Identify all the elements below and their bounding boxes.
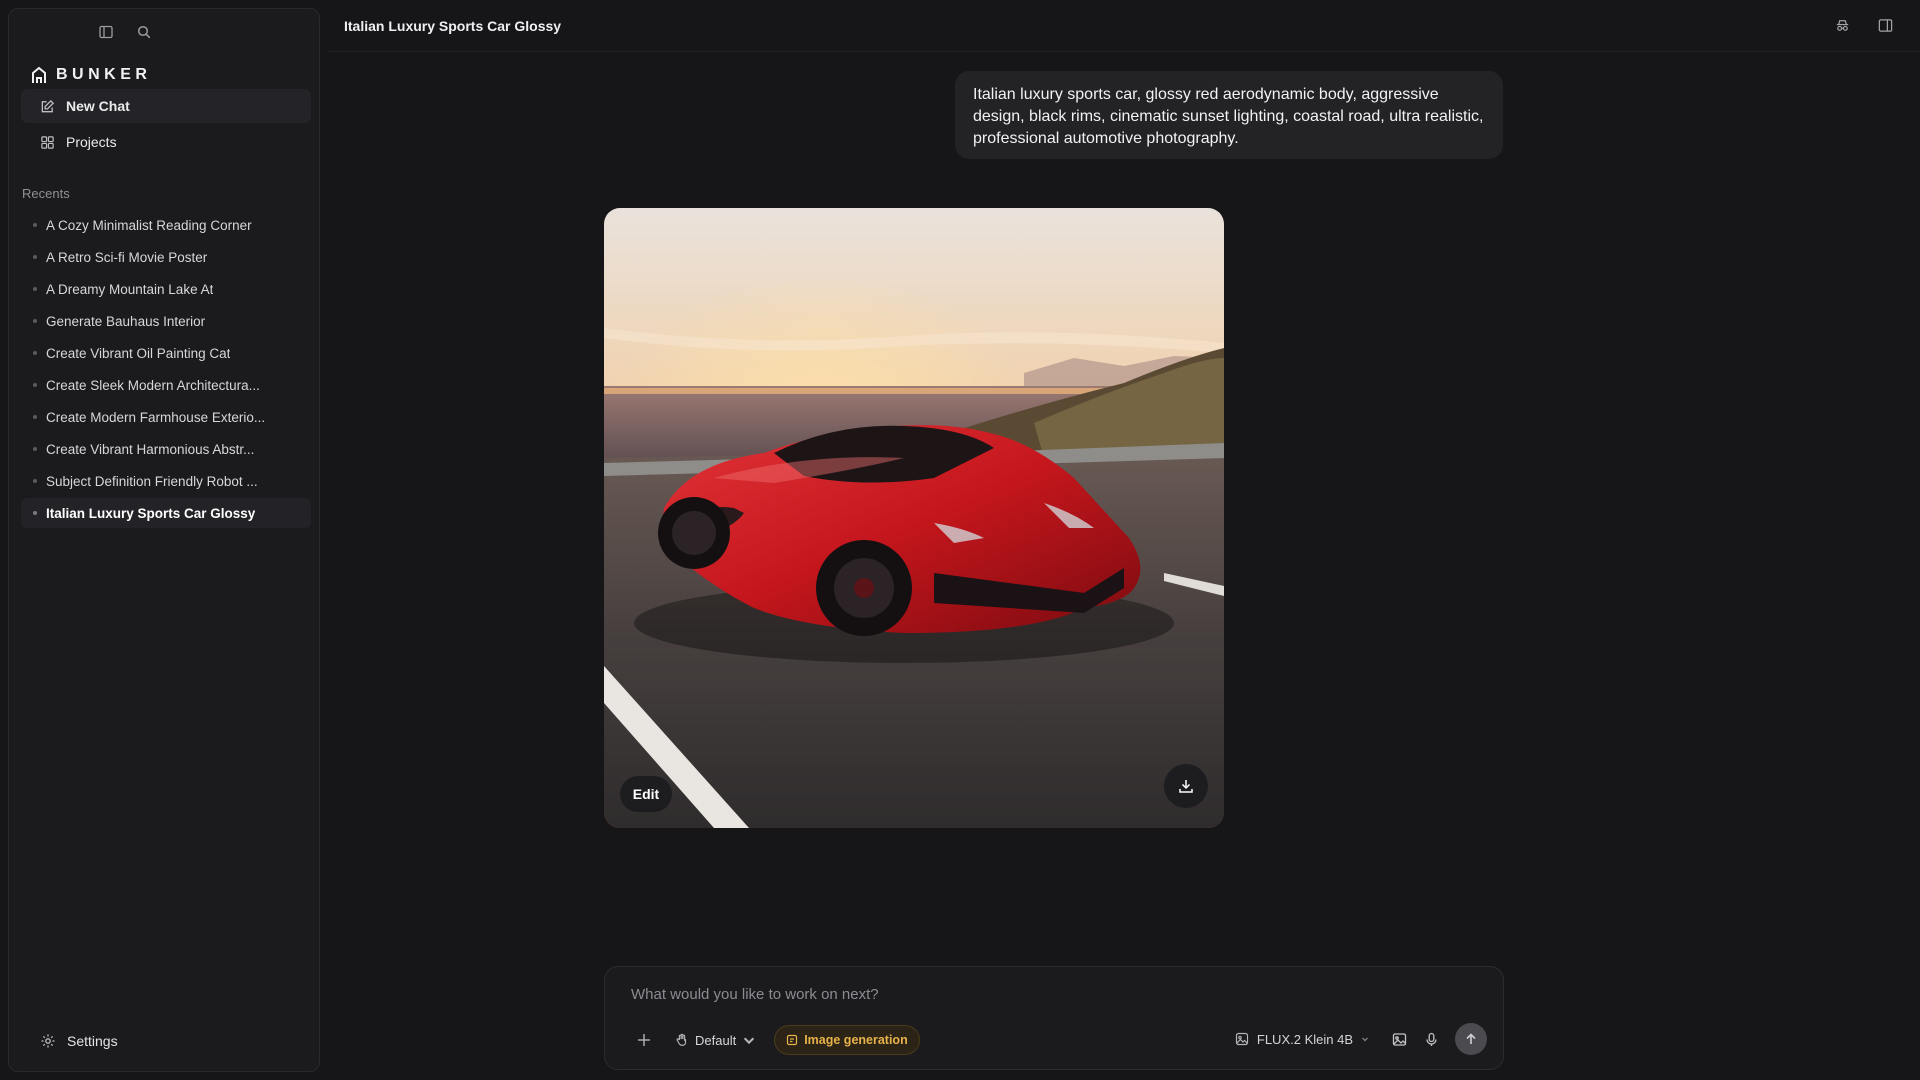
recent-chat-item[interactable]: Generate Bauhaus Interior <box>21 306 311 336</box>
add-attachment-button[interactable] <box>635 1031 653 1049</box>
image-generation-toggle[interactable]: Image generation <box>774 1025 920 1055</box>
recent-chat-label: Italian Luxury Sports Car Glossy <box>46 505 256 521</box>
recent-chat-item-active[interactable]: Italian Luxury Sports Car Glossy <box>21 498 311 528</box>
bullet-dot <box>33 447 37 451</box>
new-chat-label: New Chat <box>66 98 130 114</box>
recent-chat-label: A Dreamy Mountain Lake At <box>46 281 214 297</box>
mode-selector[interactable]: Default <box>675 1033 756 1048</box>
voice-input-button[interactable] <box>1423 1031 1439 1047</box>
settings-button[interactable]: Settings <box>21 1023 311 1059</box>
recent-chat-label: Subject Definition Friendly Robot ... <box>46 473 258 489</box>
edit-icon <box>41 99 55 112</box>
composer-left-controls: Default Image generation <box>635 1025 920 1055</box>
incognito-icon[interactable] <box>1834 17 1851 39</box>
recent-chat-label: A Cozy Minimalist Reading Corner <box>46 217 252 233</box>
recent-chat-item[interactable]: Create Sleek Modern Architectura... <box>21 370 311 400</box>
image-upload-button[interactable] <box>1391 1031 1407 1047</box>
download-icon <box>1179 780 1193 793</box>
download-button[interactable] <box>1164 764 1208 808</box>
composer: Default Image generation FLUX.2 Klein 4B <box>604 966 1504 1070</box>
toggle-sidebar-icon[interactable] <box>97 23 115 41</box>
recent-chat-item[interactable]: Create Vibrant Oil Painting Cat <box>21 338 311 368</box>
recent-chat-item[interactable]: A Dreamy Mountain Lake At <box>21 274 311 304</box>
user-message-bubble: Italian luxury sports car, glossy red ae… <box>955 71 1503 159</box>
image-generation-icon <box>787 1034 798 1046</box>
bullet-dot <box>33 319 37 323</box>
bullet-dot <box>33 287 37 291</box>
edit-image-button[interactable]: Edit <box>620 776 672 812</box>
projects-button[interactable]: Projects <box>21 125 311 159</box>
recent-chat-item[interactable]: Create Modern Farmhouse Exterio... <box>21 402 311 432</box>
page-title: Italian Luxury Sports Car Glossy <box>344 18 562 34</box>
bullet-dot <box>33 255 37 259</box>
projects-label: Projects <box>66 134 117 150</box>
bullet-dot <box>33 383 37 387</box>
composer-right-controls: FLUX.2 Klein 4B <box>1235 1023 1487 1055</box>
search-icon[interactable] <box>135 23 153 41</box>
sidebar: BUNKER New Chat Projects Recents A Cozy … <box>8 8 320 1072</box>
bullet-dot <box>33 223 37 227</box>
microphone-icon <box>1425 1032 1437 1046</box>
generated-image[interactable]: Edit <box>604 208 1224 828</box>
recent-chat-label: Create Vibrant Harmonious Abstr... <box>46 441 255 457</box>
sports-car-image <box>604 208 1224 828</box>
recents-heading: Recents <box>22 186 70 201</box>
recent-chat-label: Create Modern Farmhouse Exterio... <box>46 409 266 425</box>
recent-chat-item[interactable]: Subject Definition Friendly Robot ... <box>21 466 311 496</box>
recent-chat-item[interactable]: A Retro Sci-fi Movie Poster <box>21 242 311 272</box>
bullet-dot <box>33 511 37 515</box>
recent-chat-label: Create Sleek Modern Architectura... <box>46 377 260 393</box>
settings-label: Settings <box>67 1033 118 1049</box>
send-button[interactable] <box>1455 1023 1487 1055</box>
bullet-dot <box>33 351 37 355</box>
bunker-logo-icon <box>32 66 46 83</box>
brand-name: BUNKER <box>56 66 152 83</box>
model-label: FLUX.2 Klein 4B <box>1256 1031 1353 1047</box>
model-selector[interactable]: FLUX.2 Klein 4B <box>1235 1032 1369 1047</box>
image-icon <box>1392 1032 1406 1046</box>
chat-header: Italian Luxury Sports Car Glossy <box>327 0 1920 52</box>
new-chat-button[interactable]: New Chat <box>21 89 311 123</box>
prompt-input[interactable] <box>631 981 1451 1007</box>
recent-chat-item[interactable]: A Cozy Minimalist Reading Corner <box>21 210 311 240</box>
recent-chat-item[interactable]: Create Vibrant Harmonious Abstr... <box>21 434 311 464</box>
recent-chat-label: Create Vibrant Oil Painting Cat <box>46 345 231 361</box>
recent-chat-label: Generate Bauhaus Interior <box>46 313 206 329</box>
arrow-up-icon <box>1466 1033 1476 1044</box>
bullet-dot <box>33 415 37 419</box>
plus-icon <box>638 1034 650 1046</box>
grid-icon <box>41 135 54 149</box>
hand-icon <box>676 1033 687 1046</box>
model-icon <box>1235 1032 1248 1046</box>
chevron-down-icon <box>1362 1037 1368 1042</box>
chevron-down-icon <box>744 1037 755 1045</box>
mode-label: Default <box>695 1032 737 1048</box>
image-generation-label: Image generation <box>804 1033 908 1047</box>
gear-icon <box>41 1034 55 1048</box>
header-actions <box>1834 17 1894 39</box>
sidebar-toolbar <box>97 23 153 41</box>
bullet-dot <box>33 479 37 483</box>
brand-logo[interactable]: BUNKER <box>31 66 151 84</box>
toggle-right-panel-icon[interactable] <box>1877 17 1894 39</box>
recents-list: A Cozy Minimalist Reading Corner A Retro… <box>21 210 311 530</box>
recent-chat-label: A Retro Sci-fi Movie Poster <box>46 249 208 265</box>
